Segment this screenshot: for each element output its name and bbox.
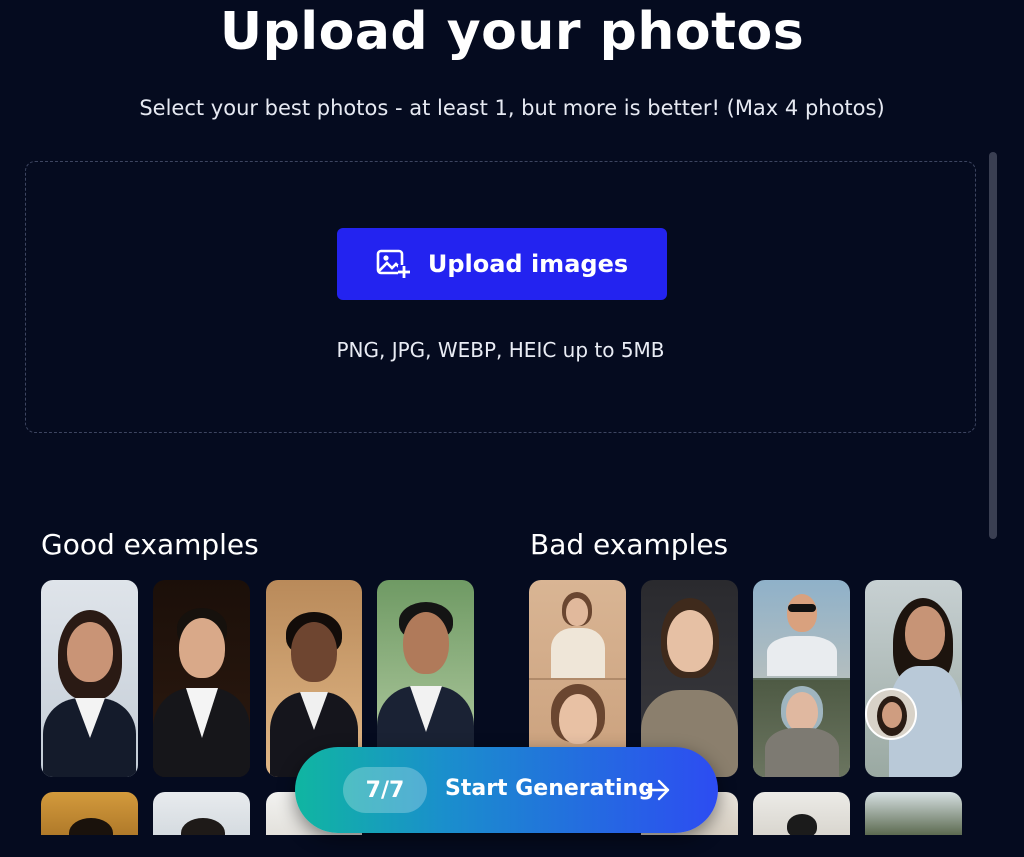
upload-images-button[interactable]: Upload images (337, 228, 667, 300)
page-subtitle: Select your best photos - at least 1, bu… (139, 96, 885, 120)
upload-images-label: Upload images (427, 250, 629, 278)
scrollbar[interactable] (989, 152, 997, 539)
upload-dropzone[interactable]: Upload images PNG, JPG, WEBP, HEIC up to… (25, 161, 976, 433)
bad-example-photo (865, 580, 962, 777)
good-example-photo (153, 792, 250, 835)
start-generating-button[interactable]: 7/7 Start Generating (295, 747, 718, 833)
photo-count-badge: 7/7 (343, 767, 427, 813)
good-example-photo (41, 792, 138, 835)
accepted-formats-note: PNG, JPG, WEBP, HEIC up to 5MB (336, 338, 665, 362)
arrow-right-icon (645, 778, 671, 806)
page-title: Upload your photos (219, 2, 805, 62)
good-example-photo (41, 580, 138, 777)
bad-example-photo (753, 580, 850, 777)
bad-examples-title: Bad examples (530, 528, 729, 561)
bad-example-photo (753, 792, 850, 835)
image-plus-icon (376, 249, 410, 279)
good-example-photo (153, 580, 250, 777)
start-generating-label: Start Generating (445, 776, 654, 801)
bad-example-photo (865, 792, 962, 835)
good-examples-title: Good examples (41, 528, 259, 561)
